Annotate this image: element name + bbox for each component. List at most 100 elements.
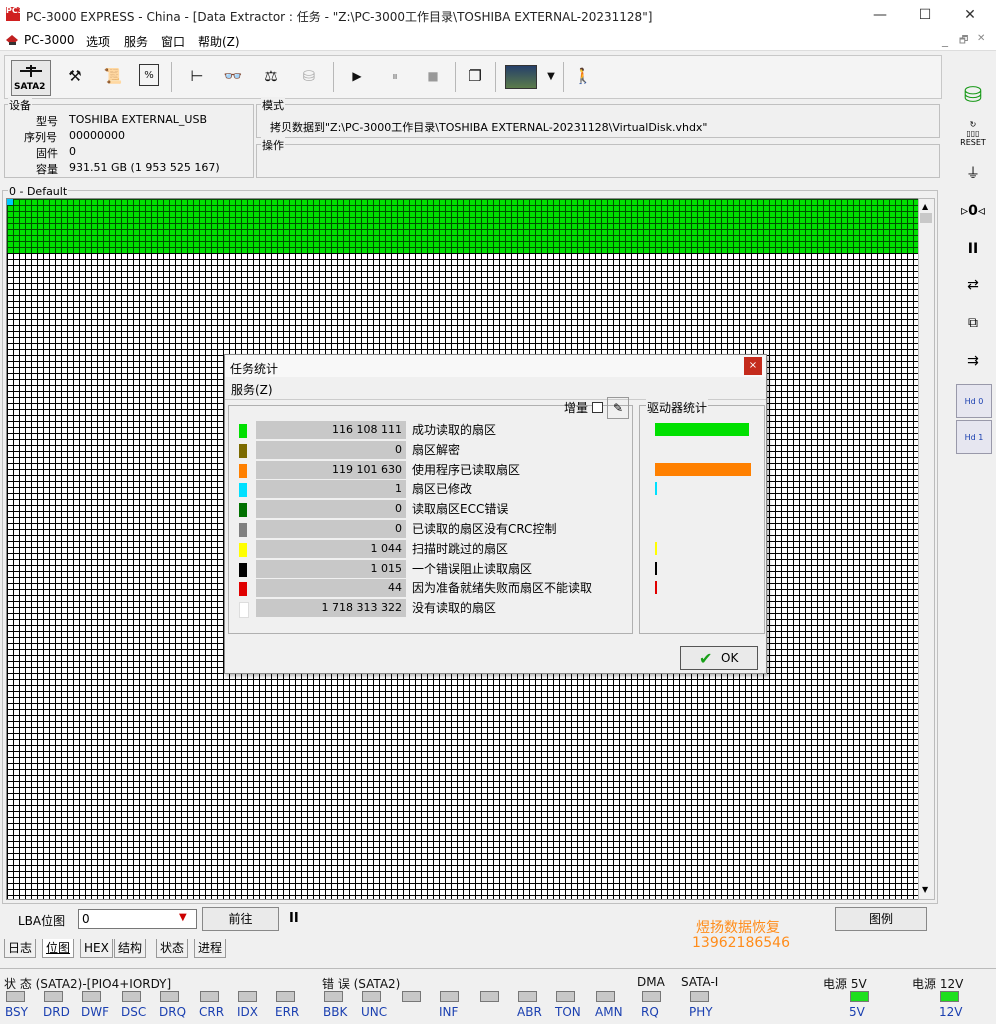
status-led: [596, 991, 615, 1002]
dialog-title: 任务统计: [230, 362, 279, 376]
power5-group-title: 电源 5V: [823, 977, 867, 991]
connector-icon: [20, 65, 42, 77]
close-button[interactable]: ✕: [950, 4, 990, 26]
ok-button[interactable]: ✔ OK: [680, 646, 758, 670]
tab-4[interactable]: 状态: [156, 939, 189, 958]
title-bar: PC3K PC-3000 EXPRESS - China - [Data Ext…: [0, 0, 996, 30]
reset-icon[interactable]: ↻ ▯▯▯ RESET: [956, 118, 990, 148]
model-value: TOSHIBA EXTERNAL_USB: [69, 113, 208, 126]
stat-row: 116 108 111 成功读取的扇区: [239, 421, 609, 439]
windows-icon[interactable]: ❐: [463, 64, 487, 88]
scroll-down-icon[interactable]: ▼: [922, 885, 928, 894]
scroll-up-icon[interactable]: ▲: [922, 202, 928, 211]
tab-2[interactable]: HEX: [80, 939, 113, 958]
brush-icon[interactable]: ✎: [607, 397, 629, 419]
status-led-label: RQ: [641, 1005, 659, 1019]
model-label: 型号: [36, 115, 58, 128]
stat-row: 0 已读取的扇区没有CRC控制: [239, 520, 609, 538]
status-led-label: DSC: [121, 1005, 147, 1019]
menu-help[interactable]: 帮助(Z): [198, 33, 240, 50]
stat-color-swatch: [239, 602, 249, 619]
minimize-button[interactable]: —: [860, 4, 900, 26]
lba-dropdown-icon[interactable]: ▼: [179, 912, 187, 923]
chevron-down-icon[interactable]: ▼: [539, 64, 563, 88]
status-led: [82, 991, 101, 1002]
exit-icon[interactable]: 🚶: [571, 64, 595, 88]
scale-icon[interactable]: ⚖: [259, 64, 283, 88]
hdd-transfer-icon[interactable]: ⇄: [956, 270, 990, 300]
tree-icon[interactable]: ⊢: [185, 64, 209, 88]
hd0-button[interactable]: Hd 0: [956, 384, 992, 418]
stat-value: 0: [256, 520, 406, 538]
tab-0[interactable]: 日志: [4, 939, 37, 958]
document-icon[interactable]: 📜: [101, 64, 125, 88]
map-scrollbar[interactable]: ▲ ▼: [918, 198, 935, 900]
drive-stats-title: 驱动器统计: [646, 399, 709, 416]
mdi-minimize-button[interactable]: _: [942, 33, 948, 47]
stat-row: 1 015 一个错误阻止读取扇区: [239, 559, 609, 578]
tab-5[interactable]: 进程: [194, 939, 227, 958]
maximize-button[interactable]: ☐: [905, 4, 945, 26]
sata-port-button[interactable]: SATA2: [11, 60, 51, 96]
status-led-label: ERR: [275, 1005, 300, 1019]
scroll-thumb[interactable]: [920, 213, 932, 223]
mdi-close-button[interactable]: ✕: [977, 33, 985, 44]
increment-checkbox[interactable]: [592, 402, 603, 413]
sata-label: SATA2: [14, 82, 46, 92]
firmware-label: 固件: [36, 147, 58, 160]
stat-color-swatch: [239, 503, 247, 518]
status-led: [518, 991, 537, 1002]
percent-icon[interactable]: %: [139, 64, 159, 86]
connector-side-icon[interactable]: ⇉: [956, 346, 990, 376]
database-green-icon[interactable]: ⛁: [956, 80, 990, 110]
status-led: [940, 991, 959, 1002]
status-led: [44, 991, 63, 1002]
status-led-label: 5V: [849, 1005, 865, 1019]
toolbar-separator: [495, 62, 496, 92]
menu-service[interactable]: 服务: [124, 33, 148, 50]
lba-input[interactable]: 0 ▼: [78, 909, 197, 929]
pause-side-icon[interactable]: II: [956, 234, 990, 264]
zero-voltage-icon[interactable]: ▹0◃: [956, 196, 990, 226]
tab-1[interactable]: 位图: [42, 939, 75, 958]
copy-icon[interactable]: ⧉: [956, 308, 990, 338]
status-group-title: 状 态 (SATA2)-[PIO4+IORDY]: [4, 977, 172, 991]
status-led: [362, 991, 381, 1002]
dialog-titlebar: [225, 355, 766, 377]
hd1-button[interactable]: Hd 1: [956, 420, 992, 454]
goto-button[interactable]: 前往: [202, 907, 279, 931]
status-led: [402, 991, 421, 1002]
menu-window[interactable]: 窗口: [161, 33, 185, 50]
dialog-menu-service[interactable]: 服务(Z): [231, 381, 273, 398]
tab-3[interactable]: 结构: [114, 939, 147, 958]
pc3000-icon: [6, 35, 18, 45]
firmware-value: 0: [69, 145, 76, 158]
status-led-label: ABR: [517, 1005, 542, 1019]
stat-color-swatch: [239, 424, 247, 438]
status-led: [324, 991, 343, 1002]
legend-button[interactable]: 图例: [835, 907, 927, 931]
stat-color-swatch: [239, 582, 247, 597]
menu-options[interactable]: 选项: [86, 33, 110, 50]
picture-icon[interactable]: [505, 65, 537, 89]
stat-value: 1 044: [256, 539, 406, 558]
stat-label: 扇区解密: [412, 442, 461, 457]
dialog-close-button[interactable]: ×: [744, 357, 762, 375]
status-led: [122, 991, 141, 1002]
dma-group-title: DMA: [637, 975, 665, 989]
stat-row: 1 044 扫描时跳过的扇区: [239, 539, 609, 558]
map-pause-button[interactable]: II: [289, 911, 299, 926]
menu-app[interactable]: PC-3000: [24, 33, 74, 47]
play-icon[interactable]: ▶: [345, 64, 369, 88]
stat-row: 0 扇区解密: [239, 440, 609, 459]
power-plug-icon[interactable]: ⏚: [956, 158, 990, 188]
binoculars-icon[interactable]: 👓: [221, 64, 245, 88]
status-led: [6, 991, 25, 1002]
stat-value: 44: [256, 579, 406, 598]
tools-icon[interactable]: ⚒: [63, 64, 87, 88]
lba-label: LBA位图: [18, 914, 66, 928]
mdi-restore-button[interactable]: 🗗: [959, 33, 968, 50]
status-led-label: BSY: [5, 1005, 28, 1019]
device-title: 设备: [8, 97, 32, 113]
capacity-label: 容量: [36, 163, 58, 176]
